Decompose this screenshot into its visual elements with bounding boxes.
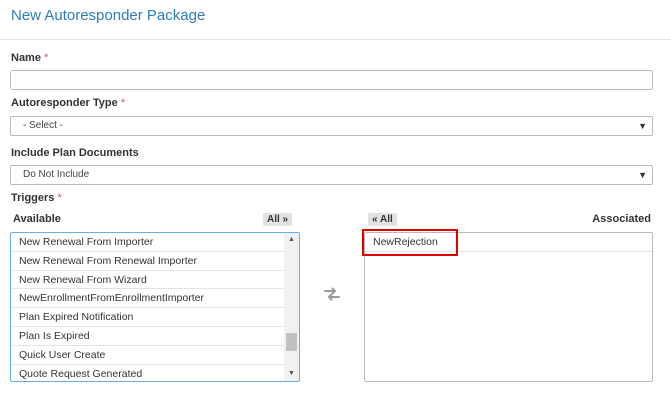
scroll-down-arrow-icon[interactable]: ▼: [284, 367, 299, 381]
required-mark: *: [120, 97, 126, 109]
available-triggers-list[interactable]: New Renewal From Importer New Renewal Fr…: [10, 232, 300, 382]
associated-heading: Associated: [592, 213, 651, 225]
list-item[interactable]: New Renewal From Wizard: [11, 271, 286, 290]
available-items: New Renewal From Importer New Renewal Fr…: [11, 233, 286, 381]
name-label-text: Name: [11, 52, 41, 64]
include-plan-documents-label-text: Include Plan Documents: [11, 147, 139, 159]
list-item[interactable]: NewEnrollmentFromEnrollmentImporter: [11, 289, 286, 309]
page-title: New Autoresponder Package: [11, 7, 206, 24]
add-all-button[interactable]: All »: [263, 213, 293, 226]
list-item[interactable]: Quick User Create: [11, 346, 286, 365]
required-mark: *: [43, 52, 49, 64]
list-item[interactable]: New Renewal From Renewal Importer: [11, 252, 286, 271]
list-item[interactable]: New Renewal From Importer: [11, 233, 286, 252]
triggers-label-text: Triggers: [11, 192, 55, 204]
transfer-arrows-icon[interactable]: [322, 286, 342, 302]
list-item[interactable]: Plan Expired Notification: [11, 308, 286, 327]
include-plan-documents-value: Do Not Include: [23, 169, 90, 180]
caret-down-icon: ▼: [638, 121, 647, 131]
name-label: Name *: [11, 52, 48, 64]
include-plan-documents-label: Include Plan Documents: [11, 147, 139, 159]
page-header: New Autoresponder Package: [0, 0, 671, 40]
include-plan-documents-select[interactable]: Do Not Include ▼: [10, 165, 653, 185]
autoresponder-type-select[interactable]: - Select - ▼: [10, 116, 653, 136]
list-item[interactable]: Plan Is Expired: [11, 327, 286, 346]
remove-all-button[interactable]: « All: [368, 213, 397, 226]
scrollbar-thumb[interactable]: [286, 333, 297, 351]
caret-down-icon: ▼: [638, 170, 647, 180]
name-input[interactable]: [10, 70, 653, 90]
vertical-scrollbar[interactable]: ▲ ▼: [284, 233, 299, 381]
autoresponder-type-label: Autoresponder Type *: [11, 97, 125, 109]
available-heading: Available: [13, 213, 61, 225]
highlight-box: [362, 229, 458, 256]
autoresponder-type-label-text: Autoresponder Type: [11, 97, 118, 109]
list-item[interactable]: Quote Request Generated: [11, 365, 286, 381]
scroll-up-arrow-icon[interactable]: ▲: [284, 233, 299, 247]
required-mark: *: [57, 192, 62, 204]
autoresponder-type-value: - Select -: [23, 120, 64, 131]
triggers-label: Triggers *: [11, 192, 62, 204]
